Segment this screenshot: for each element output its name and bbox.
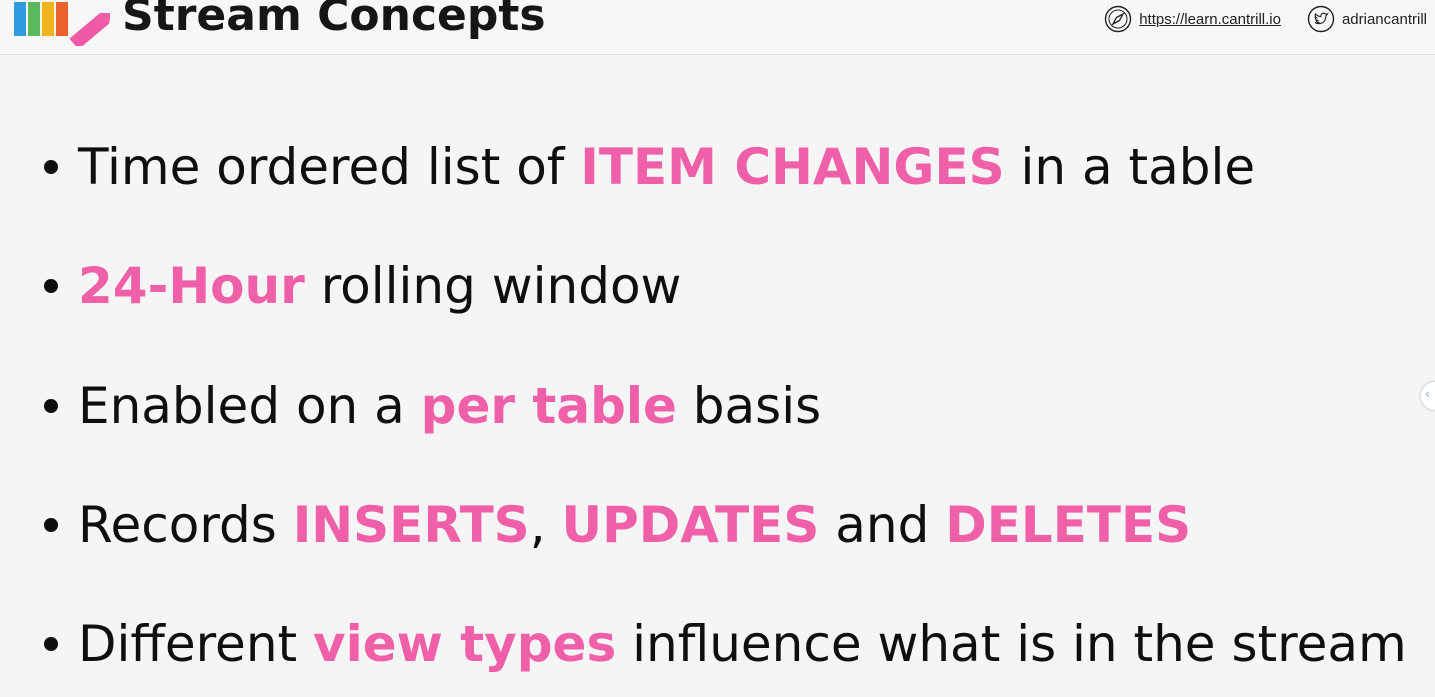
pencil-bars-logo-icon bbox=[14, 2, 110, 46]
bullet-item: Time ordered list of ITEM CHANGES in a t… bbox=[44, 137, 1255, 197]
bullet-text: Enabled on a bbox=[78, 377, 421, 435]
chevron-left-icon: ‹ bbox=[1425, 387, 1430, 401]
bullet-highlight: DELETES bbox=[945, 496, 1192, 554]
bullet-highlight: 24-Hour bbox=[78, 257, 305, 315]
side-panel-handle[interactable]: ‹ bbox=[1421, 382, 1435, 410]
bullet-text: Records bbox=[78, 496, 293, 554]
compass-icon bbox=[1105, 5, 1132, 33]
bullet-item: Enabled on a per table basis bbox=[44, 376, 821, 436]
website-link[interactable]: https://learn.cantrill.io bbox=[1104, 5, 1281, 33]
bullet-dot bbox=[44, 398, 58, 413]
bullet-text: in a table bbox=[1004, 138, 1256, 196]
twitter-icon bbox=[1307, 5, 1335, 33]
website-url[interactable]: https://learn.cantrill.io bbox=[1139, 11, 1281, 28]
bullet-text: basis bbox=[676, 377, 822, 435]
bullet-dot bbox=[44, 636, 58, 651]
slide-header: Stream Concepts https://learn.cantrill.i… bbox=[0, 0, 1435, 55]
slide-title: Stream Concepts bbox=[122, 0, 546, 41]
bullet-dot bbox=[44, 517, 58, 532]
bullet-highlight: UPDATES bbox=[561, 496, 820, 554]
bullet-text: rolling window bbox=[304, 257, 682, 315]
bullet-highlight: per table bbox=[420, 377, 677, 435]
header-links: https://learn.cantrill.io adriancantrill bbox=[1078, 5, 1427, 33]
bullet-item: 24-Hour rolling window bbox=[44, 256, 681, 316]
bullet-highlight: ITEM CHANGES bbox=[580, 138, 1005, 196]
bullet-dot bbox=[44, 278, 58, 293]
bullet-text: and bbox=[819, 496, 946, 554]
bullet-text: Time ordered list of bbox=[78, 138, 581, 196]
twitter-handle[interactable]: adriancantrill bbox=[1342, 11, 1427, 28]
bullet-text: , bbox=[529, 496, 562, 554]
bullet-highlight: view types bbox=[313, 615, 617, 673]
twitter-link[interactable]: adriancantrill bbox=[1307, 5, 1427, 33]
bullet-highlight: INSERTS bbox=[292, 496, 530, 554]
bullet-item: Different view types influence what is i… bbox=[44, 614, 1407, 674]
bullet-dot bbox=[44, 159, 58, 174]
bullet-item: Records INSERTS, UPDATES and DELETES bbox=[44, 495, 1191, 555]
bullet-text: Different bbox=[78, 615, 314, 673]
bullet-text: influence what is in the stream bbox=[616, 615, 1407, 673]
